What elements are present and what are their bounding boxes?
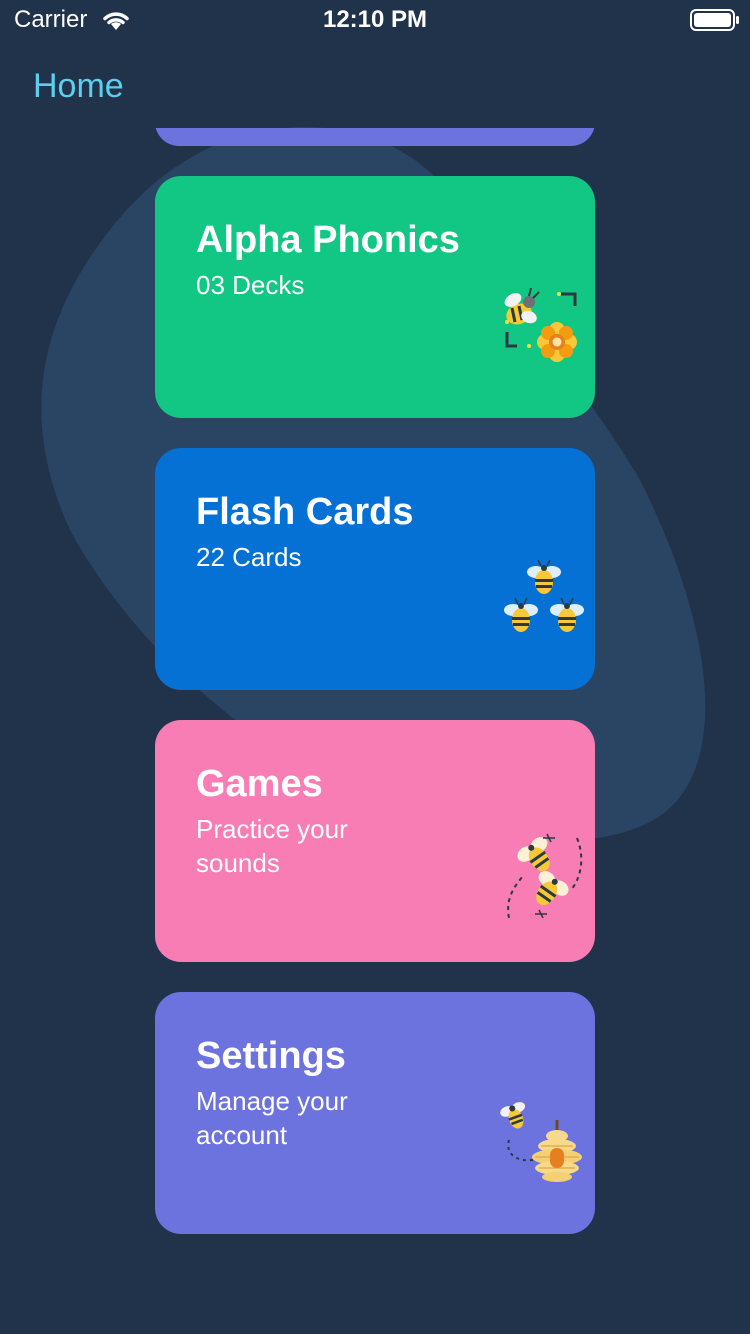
card-subtitle: 22 Cards (196, 542, 302, 572)
card-title: Alpha Phonics (196, 219, 460, 261)
status-time: 12:10 PM (322, 6, 428, 33)
card-title: Flash Cards (196, 491, 414, 533)
flash-cards-card[interactable]: Flash Cards 22 Cards (155, 448, 595, 690)
alpha-phonics-card[interactable]: Alpha Phonics 03 Decks (155, 176, 595, 418)
home-nav-title[interactable]: Home (33, 64, 124, 108)
settings-card[interactable]: Settings Manage your account (155, 992, 595, 1234)
games-card[interactable]: Games Practice your sounds (155, 720, 595, 962)
bee-flower-icon (504, 287, 577, 362)
bee-trio-icon (504, 559, 584, 632)
card-title: Games (196, 763, 323, 805)
card-scroll-list[interactable]: Alpha Phonics 03 Decks Flash Cards 22 Ca… (0, 128, 750, 1334)
battery-icon (690, 9, 739, 31)
card-subtitle: Manage your account (196, 1086, 348, 1150)
bees-flying-icon (507, 833, 583, 918)
status-bar: Carrier 12:10 PM (0, 0, 750, 40)
card-subtitle: Practice your sounds (196, 814, 348, 878)
card-title: Settings (196, 1035, 346, 1077)
card-subtitle: 03 Decks (196, 270, 305, 300)
bee-hive-icon (500, 1102, 582, 1182)
partially-visible-card[interactable] (155, 128, 595, 146)
